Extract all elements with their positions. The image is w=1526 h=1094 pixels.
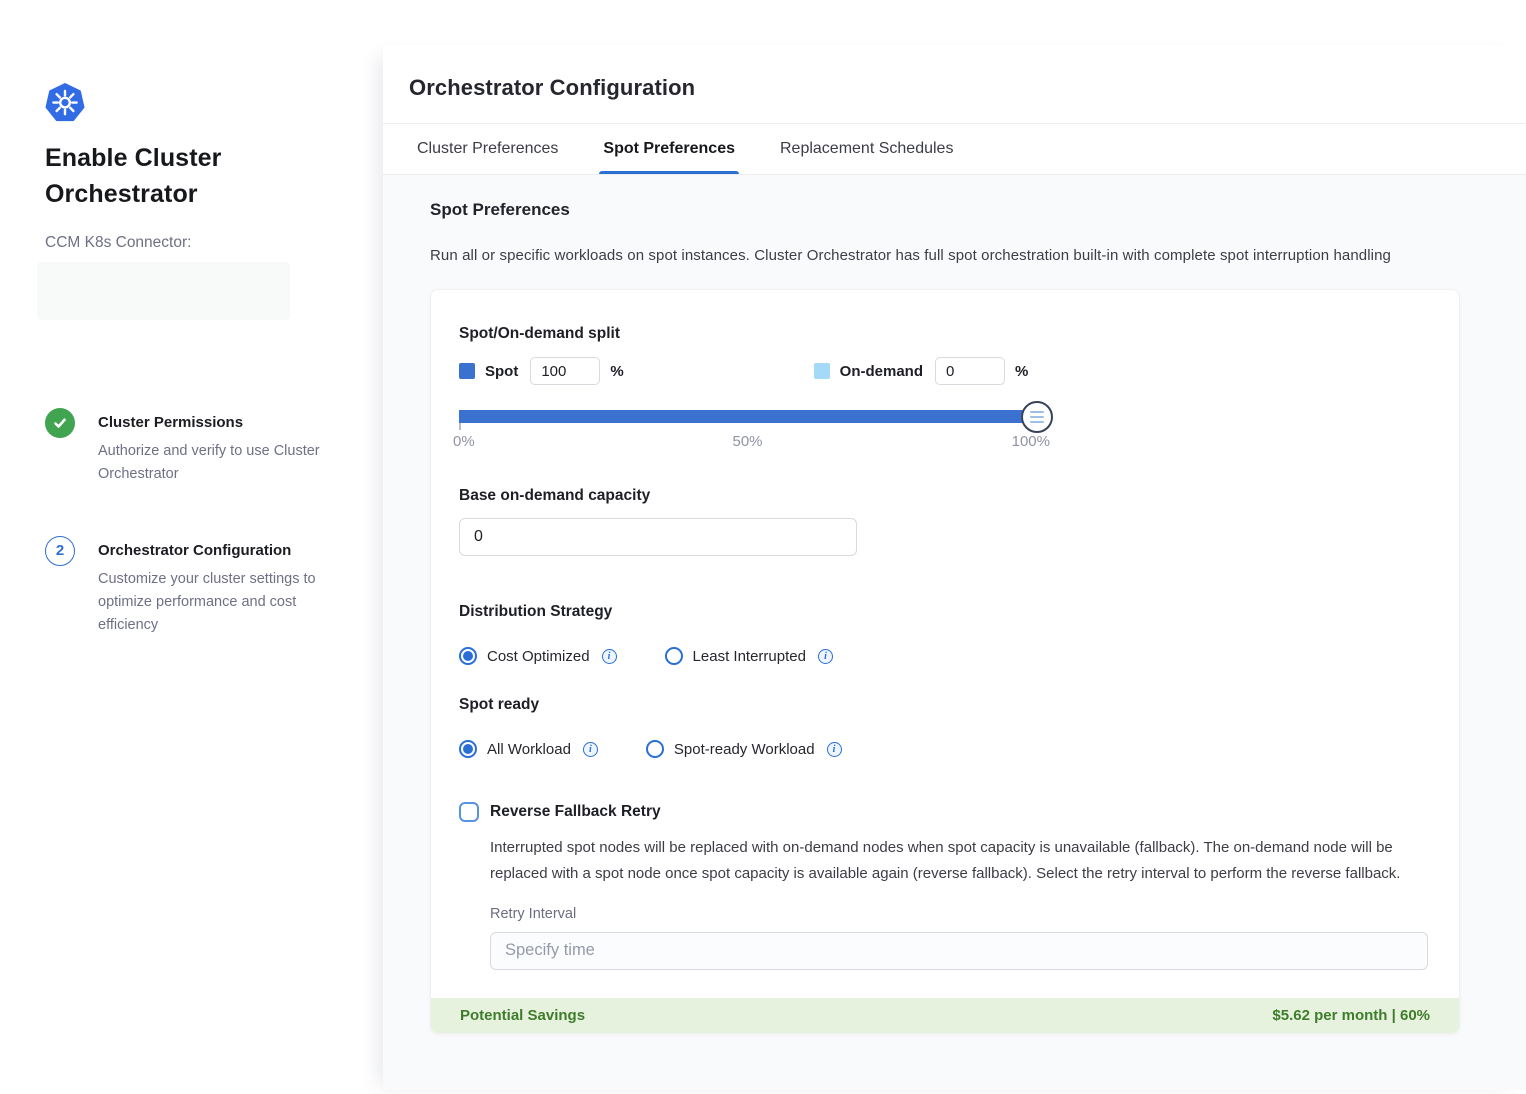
potential-savings-value: $5.62 per month | 60% bbox=[1272, 1007, 1430, 1024]
step-number-badge: 2 bbox=[45, 536, 75, 566]
section-title: Spot Preferences bbox=[430, 200, 1490, 220]
slider-drag-handle[interactable] bbox=[1021, 401, 1053, 433]
distribution-strategy-label: Distribution Strategy bbox=[459, 603, 1431, 621]
split-slider: 0% 50% 100% bbox=[459, 410, 1036, 451]
step-description: Customize your cluster settings to optim… bbox=[98, 568, 343, 637]
ondemand-percent-input[interactable] bbox=[935, 357, 1005, 385]
retry-interval-label: Retry Interval bbox=[490, 906, 1431, 922]
spot-color-swatch bbox=[459, 363, 475, 379]
tab-spot-preferences[interactable]: Spot Preferences bbox=[603, 124, 735, 174]
spot-label: Spot bbox=[485, 363, 518, 380]
wizard-steps: Cluster Permissions Authorize and verify… bbox=[45, 408, 343, 637]
wizard-sidebar: Enable Cluster Orchestrator CCM K8s Conn… bbox=[0, 0, 383, 1094]
spot-ready-options: All Workload i Spot-ready Workload i bbox=[459, 740, 1431, 758]
orchestrator-config-panel: Orchestrator Configuration Cluster Prefe… bbox=[383, 45, 1526, 1090]
section-description: Run all or specific workloads on spot in… bbox=[430, 247, 1490, 264]
spot-preferences-card: Spot/On-demand split Spot % On-demand % bbox=[430, 289, 1460, 1034]
tab-content: Spot Preferences Run all or specific wor… bbox=[383, 175, 1526, 1090]
tick-0: 0% bbox=[453, 433, 475, 450]
tab-cluster-preferences[interactable]: Cluster Preferences bbox=[417, 124, 558, 174]
drag-lines-icon bbox=[1030, 421, 1044, 423]
base-capacity-input[interactable] bbox=[459, 518, 857, 556]
spot-ready-label: Spot ready bbox=[459, 696, 1431, 714]
drag-lines-icon bbox=[1030, 411, 1044, 413]
info-icon[interactable]: i bbox=[818, 649, 833, 664]
spot-percent-input[interactable] bbox=[530, 357, 600, 385]
split-slider-track[interactable] bbox=[459, 410, 1036, 423]
info-icon[interactable]: i bbox=[583, 742, 598, 757]
percent-sign: % bbox=[1015, 363, 1028, 380]
split-label: Spot/On-demand split bbox=[459, 325, 1431, 343]
ondemand-label: On-demand bbox=[840, 363, 923, 380]
distribution-strategy-options: Cost Optimized i Least Interrupted i bbox=[459, 647, 1431, 665]
ondemand-group: On-demand % bbox=[814, 357, 1029, 385]
radio-all-workload[interactable] bbox=[459, 740, 477, 758]
step-cluster-permissions[interactable]: Cluster Permissions Authorize and verify… bbox=[45, 408, 343, 486]
step-title: Orchestrator Configuration bbox=[98, 536, 343, 559]
step-orchestrator-configuration[interactable]: 2 Orchestrator Configuration Customize y… bbox=[45, 536, 343, 637]
reverse-fallback-checkbox[interactable] bbox=[459, 802, 479, 822]
potential-savings-bar: Potential Savings $5.62 per month | 60% bbox=[431, 998, 1459, 1033]
reverse-fallback-section: Reverse Fallback Retry Interrupted spot … bbox=[459, 802, 1431, 970]
connector-value-skeleton bbox=[37, 262, 290, 320]
slider-tick-labels: 0% 50% 100% bbox=[459, 433, 1036, 451]
split-slider-fill bbox=[459, 410, 1036, 423]
slider-tick-mark bbox=[459, 423, 461, 430]
page-title: Orchestrator Configuration bbox=[409, 75, 1498, 101]
distribution-strategy-option[interactable]: Cost Optimized i bbox=[459, 647, 617, 665]
info-icon[interactable]: i bbox=[827, 742, 842, 757]
step-title: Cluster Permissions bbox=[98, 408, 343, 431]
split-inputs-row: Spot % On-demand % bbox=[459, 357, 1431, 385]
step-description: Authorize and verify to use Cluster Orch… bbox=[98, 440, 343, 486]
tick-50: 50% bbox=[732, 433, 762, 450]
potential-savings-label: Potential Savings bbox=[460, 1007, 585, 1024]
connector-label: CCM K8s Connector: bbox=[45, 234, 343, 252]
spot-ready-option[interactable]: Spot-ready Workload i bbox=[646, 740, 842, 758]
drawer-title: Enable Cluster Orchestrator bbox=[45, 141, 300, 212]
preferences-tabbar: Cluster Preferences Spot Preferences Rep… bbox=[383, 124, 1526, 175]
base-capacity-label: Base on-demand capacity bbox=[459, 487, 1431, 505]
panel-header: Orchestrator Configuration bbox=[383, 45, 1526, 124]
spot-group: Spot % bbox=[459, 357, 624, 385]
tab-replacement-schedules[interactable]: Replacement Schedules bbox=[780, 124, 953, 174]
ondemand-color-swatch bbox=[814, 363, 830, 379]
info-icon[interactable]: i bbox=[602, 649, 617, 664]
retry-interval-input[interactable] bbox=[490, 932, 1428, 970]
percent-sign: % bbox=[610, 363, 623, 380]
distribution-strategy-option[interactable]: Least Interrupted i bbox=[665, 647, 833, 665]
check-icon bbox=[52, 415, 68, 431]
reverse-fallback-description: Interrupted spot nodes will be replaced … bbox=[490, 835, 1418, 887]
spot-ready-option[interactable]: All Workload i bbox=[459, 740, 598, 758]
step-complete-badge bbox=[45, 408, 75, 438]
drag-lines-icon bbox=[1030, 416, 1044, 418]
tick-100: 100% bbox=[1012, 433, 1050, 450]
kubernetes-icon bbox=[45, 83, 85, 123]
radio-cost-optimized[interactable] bbox=[459, 647, 477, 665]
radio-spot-ready-workload[interactable] bbox=[646, 740, 664, 758]
radio-least-interrupted[interactable] bbox=[665, 647, 683, 665]
reverse-fallback-label: Reverse Fallback Retry bbox=[490, 803, 661, 821]
